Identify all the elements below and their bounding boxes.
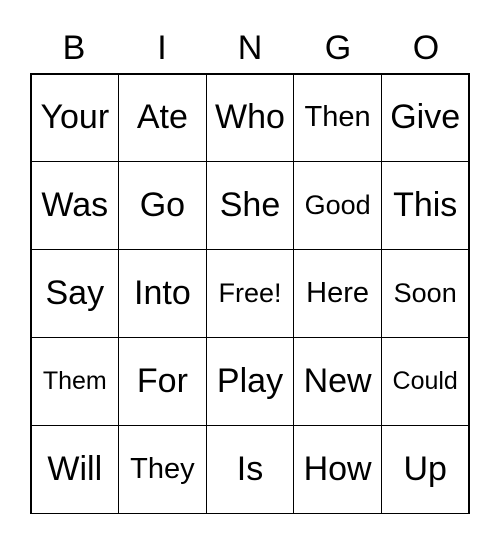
bingo-cell: Here — [293, 249, 382, 338]
bingo-cell: Could — [380, 336, 470, 426]
bingo-cell: Up — [380, 424, 470, 514]
bingo-cell: How — [293, 424, 382, 514]
bingo-cell: Ate — [118, 73, 207, 163]
bingo-cell: Was — [30, 161, 120, 251]
bingo-cell: Good — [293, 161, 382, 251]
header-letter-g: G — [324, 28, 352, 67]
bingo-cell: She — [205, 161, 295, 251]
header-letter-b: B — [62, 28, 86, 67]
bingo-cell: Free! — [205, 249, 295, 338]
bingo-cell: Go — [118, 161, 207, 251]
bingo-cell: Will — [30, 424, 120, 514]
bingo-cell: Who — [205, 73, 295, 163]
bingo-cell: Say — [30, 249, 120, 338]
bingo-grid: Your Ate Who Then Give Was Go She Good This Say Int… — [30, 73, 470, 514]
bingo-cell: Play — [205, 336, 295, 426]
bingo-cell: New — [293, 336, 382, 426]
header-letter-i: I — [157, 28, 167, 67]
header-letter-o: O — [412, 28, 440, 67]
bingo-cell: Then — [293, 73, 382, 163]
bingo-cell: Them — [30, 336, 120, 426]
bingo-cell: Your — [30, 73, 120, 163]
bingo-cell: Into — [118, 249, 207, 338]
bingo-cell: For — [118, 336, 207, 426]
bingo-cell: This — [380, 161, 470, 251]
bingo-cell: Is — [205, 424, 295, 514]
bingo-header: B I N G O — [30, 26, 470, 70]
bingo-cell: They — [118, 424, 207, 514]
bingo-cell: Give — [380, 73, 470, 163]
bingo-cell: Soon — [380, 249, 470, 338]
header-letter-n: N — [237, 28, 263, 67]
